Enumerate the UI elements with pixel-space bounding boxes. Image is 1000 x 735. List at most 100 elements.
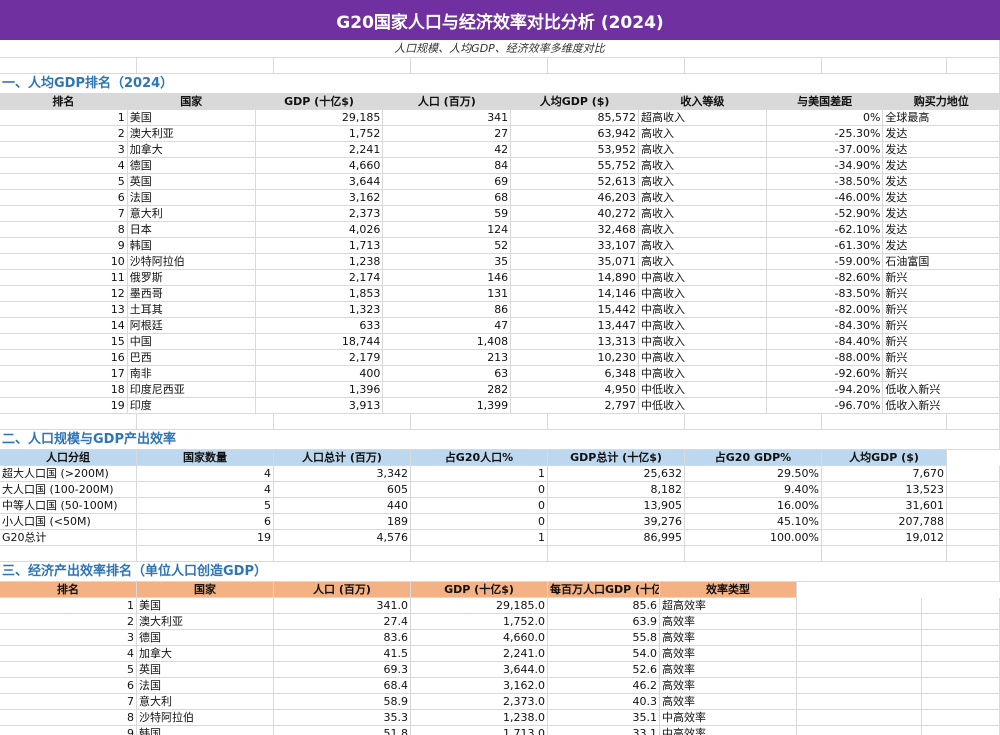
table-cell[interactable]: 中高收入 [638,302,767,318]
table-cell[interactable]: 发达 [883,238,1000,254]
col-header[interactable]: 人口 (百万) [383,94,512,110]
col-header[interactable]: 与美国差距 [766,94,884,110]
table-cell[interactable]: 1,713.0 [411,726,548,735]
table-cell[interactable]: 超高收入 [638,110,767,126]
table-cell[interactable]: 86 [383,302,512,318]
table-cell[interactable]: 10 [0,254,128,270]
table-cell[interactable]: 19 [137,530,274,546]
table-cell[interactable]: 2,179 [255,350,384,366]
col-header[interactable]: 人均GDP ($) [822,450,947,466]
empty-cell[interactable] [797,630,922,646]
table-cell[interactable]: 低收入新兴 [883,398,1000,414]
table-cell[interactable]: 发达 [883,174,1000,190]
table-cell[interactable]: 7,670 [822,466,947,482]
table-cell[interactable]: 35,071 [511,254,639,270]
empty-cell[interactable] [922,598,1000,614]
table-cell[interactable]: 高收入 [638,158,767,174]
table-cell[interactable]: 高收入 [638,174,767,190]
table-cell[interactable]: 8 [0,222,128,238]
table-cell[interactable]: 1,396 [255,382,384,398]
table-cell[interactable]: 13,523 [822,482,947,498]
table-cell[interactable]: 400 [255,366,384,382]
table-cell[interactable]: 俄罗斯 [127,270,256,286]
table-cell[interactable]: 13,905 [548,498,685,514]
table-cell[interactable]: 2,241 [255,142,384,158]
table-cell[interactable]: 高效率 [660,662,797,678]
table-cell[interactable]: 加拿大 [127,142,256,158]
table-cell[interactable]: 18,744 [255,334,384,350]
table-cell[interactable]: 54.0 [548,646,660,662]
table-cell[interactable]: 189 [274,514,411,530]
table-cell[interactable]: 3 [0,630,137,646]
table-cell[interactable]: 3,162 [255,190,384,206]
table-cell[interactable]: 新兴 [883,302,1000,318]
table-cell[interactable]: 低收入新兴 [883,382,1000,398]
table-cell[interactable]: -59.00% [766,254,884,270]
table-cell[interactable]: 12 [0,286,128,302]
table-cell[interactable]: 0 [411,498,548,514]
table-cell[interactable]: 美国 [137,598,274,614]
table-cell[interactable]: -82.00% [766,302,884,318]
table-cell[interactable]: 7 [0,694,137,710]
table-cell[interactable]: 69.3 [274,662,411,678]
table-cell[interactable]: 发达 [883,190,1000,206]
table-cell[interactable]: 207,788 [822,514,947,530]
table-cell[interactable]: 中高收入 [638,334,767,350]
table-cell[interactable]: 意大利 [137,694,274,710]
table-cell[interactable]: 46,203 [511,190,639,206]
table-cell[interactable]: 3,342 [274,466,411,482]
table-cell[interactable]: 大人口国 (100-200M) [0,482,137,498]
table-cell[interactable]: 4 [137,466,274,482]
table-cell[interactable]: -52.90% [766,206,884,222]
table-cell[interactable]: 阿根廷 [127,318,256,334]
table-cell[interactable]: 英国 [127,174,256,190]
col-header[interactable]: 每百万人口GDP (十亿$) [548,582,660,598]
table-cell[interactable]: 高效率 [660,646,797,662]
table-cell[interactable]: -96.70% [766,398,884,414]
table-cell[interactable]: 中高收入 [638,350,767,366]
table-cell[interactable]: 35.3 [274,710,411,726]
table-cell[interactable]: 52.6 [548,662,660,678]
table-cell[interactable]: 35 [383,254,512,270]
table-cell[interactable]: 高收入 [638,142,767,158]
table-cell[interactable]: 美国 [127,110,256,126]
table-cell[interactable]: 55,752 [511,158,639,174]
table-cell[interactable]: 42 [383,142,512,158]
col-header[interactable]: 购买力地位 [883,94,1000,110]
table-cell[interactable]: 高收入 [638,126,767,142]
table-cell[interactable]: 法国 [137,678,274,694]
empty-cell[interactable] [797,710,922,726]
table-cell[interactable]: 63.9 [548,614,660,630]
table-cell[interactable]: 6,348 [511,366,639,382]
table-cell[interactable]: 1 [411,530,548,546]
table-cell[interactable]: 高效率 [660,678,797,694]
table-cell[interactable]: 高效率 [660,614,797,630]
table-cell[interactable]: 146 [383,270,512,286]
table-cell[interactable]: 14,890 [511,270,639,286]
table-cell[interactable]: 5 [0,662,137,678]
table-cell[interactable]: 9.40% [685,482,822,498]
table-cell[interactable]: 2,241.0 [411,646,548,662]
empty-cell[interactable] [797,694,922,710]
table-cell[interactable]: 1,323 [255,302,384,318]
table-cell[interactable]: 63 [383,366,512,382]
empty-cell[interactable] [947,482,1000,498]
table-cell[interactable]: -84.40% [766,334,884,350]
table-cell[interactable]: 4,950 [511,382,639,398]
table-cell[interactable]: 341.0 [274,598,411,614]
table-cell[interactable]: 巴西 [127,350,256,366]
table-cell[interactable]: -94.20% [766,382,884,398]
table-cell[interactable]: 1 [411,466,548,482]
table-cell[interactable]: 高效率 [660,630,797,646]
table-cell[interactable]: 45.10% [685,514,822,530]
table-cell[interactable]: 小人口国 (<50M) [0,514,137,530]
table-cell[interactable]: 1,713 [255,238,384,254]
table-cell[interactable]: 124 [383,222,512,238]
table-cell[interactable]: 2,373 [255,206,384,222]
table-cell[interactable]: 69 [383,174,512,190]
table-cell[interactable]: 高收入 [638,222,767,238]
table-cell[interactable]: 2,797 [511,398,639,414]
table-cell[interactable]: 0% [766,110,884,126]
col-header[interactable]: 占G20 GDP% [685,450,822,466]
table-cell[interactable]: -46.00% [766,190,884,206]
